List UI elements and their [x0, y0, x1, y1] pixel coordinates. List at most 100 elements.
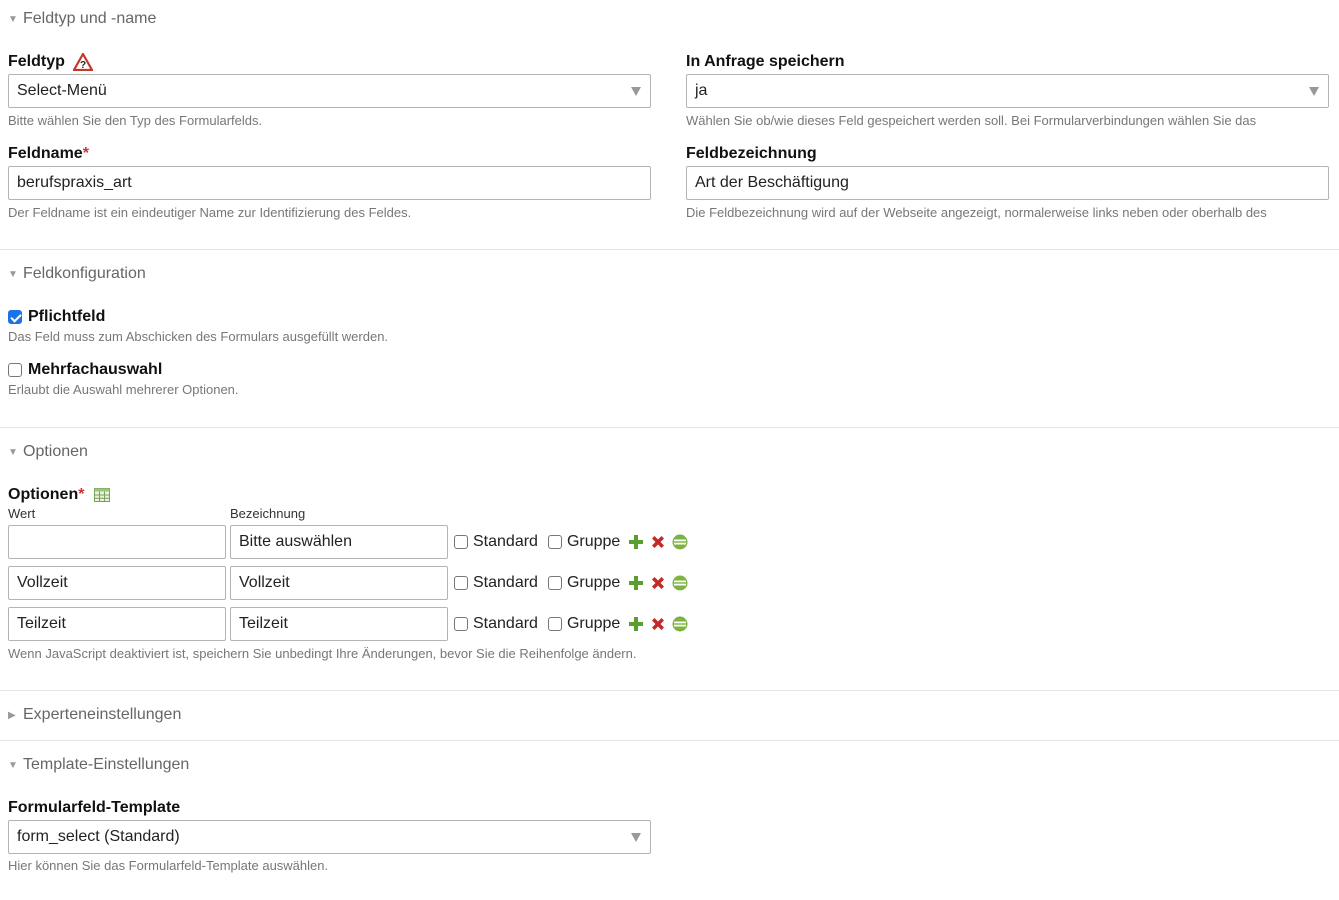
add-icon[interactable]: [628, 575, 644, 591]
pflichtfeld-row[interactable]: Pflichtfeld: [8, 308, 105, 326]
option-wert-value: Vollzeit: [17, 574, 68, 591]
option-standard-label: Standard: [473, 574, 538, 591]
feldbezeichnung-input[interactable]: Art der Beschäftigung: [686, 166, 1329, 200]
template-select-value: form_select (Standard): [17, 828, 180, 845]
feldbezeichnung-help: Die Feldbezeichnung wird auf der Webseit…: [686, 205, 1267, 220]
option-bezeichnung-value: Bitte auswählen: [239, 533, 352, 550]
required-marker: *: [78, 486, 85, 503]
column-header-bezeichnung: Bezeichnung: [230, 506, 306, 521]
add-icon[interactable]: [628, 616, 644, 632]
add-icon[interactable]: [628, 534, 644, 550]
option-wert-input[interactable]: Vollzeit: [8, 566, 226, 600]
option-standard-toggle[interactable]: Standard: [454, 574, 538, 592]
option-gruppe-label: Gruppe: [566, 574, 621, 591]
feldname-label-row: Feldname *: [8, 145, 89, 163]
triangle-down-icon: ▼: [8, 446, 18, 458]
feldtyp-help: Bitte wählen Sie den Typ des Formularfel…: [8, 113, 263, 128]
option-standard-checkbox[interactable]: [454, 535, 468, 549]
option-bezeichnung-value: Vollzeit: [239, 574, 290, 591]
option-row: Teilzeit Teilzeit Standard Gruppe: [8, 607, 694, 641]
feldname-input[interactable]: berufspraxis_art: [8, 166, 651, 200]
option-wert-input[interactable]: Teilzeit: [8, 607, 226, 641]
option-bezeichnung-input[interactable]: Vollzeit: [230, 566, 448, 600]
chevron-down-icon: [631, 87, 641, 96]
legend-label: Feldkonfiguration: [23, 265, 146, 282]
optionen-label-row: Optionen *: [8, 486, 111, 504]
pflichtfeld-checkbox[interactable]: [8, 310, 22, 324]
speichern-select[interactable]: ja: [686, 74, 1329, 108]
legend-feldkonfiguration[interactable]: ▼ Feldkonfiguration: [8, 265, 146, 283]
option-gruppe-checkbox[interactable]: [547, 617, 562, 631]
drag-handle-icon[interactable]: [672, 575, 688, 591]
mehrfachauswahl-help: Erlaubt die Auswahl mehrerer Optionen.: [8, 382, 239, 397]
svg-text:?: ?: [80, 60, 86, 71]
legend-label: Template-Einstellungen: [23, 756, 190, 773]
section-divider: [0, 740, 1339, 741]
options-help: Wenn JavaScript deaktiviert ist, speiche…: [8, 646, 637, 661]
option-standard-toggle[interactable]: Standard: [454, 533, 538, 551]
option-gruppe-checkbox[interactable]: [547, 576, 562, 590]
speichern-label: In Anfrage speichern: [686, 53, 845, 70]
option-row: Bitte auswählen Standard Gruppe: [8, 525, 694, 559]
option-gruppe-label: Gruppe: [566, 533, 621, 550]
feldname-input-value: berufspraxis_art: [17, 174, 132, 191]
option-standard-label: Standard: [473, 615, 538, 632]
mehrfachauswahl-checkbox[interactable]: [8, 363, 22, 377]
legend-label: Optionen: [23, 443, 88, 460]
option-standard-toggle[interactable]: Standard: [454, 615, 538, 633]
warning-icon: ?: [72, 53, 93, 71]
delete-icon[interactable]: [650, 575, 666, 591]
section-divider: [0, 427, 1339, 428]
feldtyp-label: Feldtyp: [8, 53, 65, 70]
option-wert-value: Teilzeit: [17, 615, 66, 632]
option-standard-checkbox[interactable]: [454, 617, 468, 631]
legend-label: Feldtyp und -name: [23, 10, 157, 27]
feldbezeichnung-input-value: Art der Beschäftigung: [695, 174, 849, 191]
template-select[interactable]: form_select (Standard): [8, 820, 651, 854]
delete-icon[interactable]: [650, 616, 666, 632]
legend-experteneinstellungen[interactable]: ▶ Experteneinstellungen: [8, 706, 181, 724]
feldtyp-select-value: Select-Menü: [17, 82, 107, 99]
legend-template-einstellungen[interactable]: ▼ Template-Einstellungen: [8, 756, 189, 774]
option-bezeichnung-input[interactable]: Bitte auswählen: [230, 525, 448, 559]
template-help: Hier können Sie das Formularfeld-Templat…: [8, 858, 329, 873]
option-bezeichnung-input[interactable]: Teilzeit: [230, 607, 448, 641]
triangle-down-icon: ▼: [8, 13, 18, 25]
drag-handle-icon[interactable]: [672, 534, 688, 550]
option-row: Vollzeit Vollzeit Standard Gruppe: [8, 566, 694, 600]
feldbezeichnung-label: Feldbezeichnung: [686, 145, 817, 162]
option-gruppe-toggle[interactable]: Gruppe: [547, 533, 621, 551]
triangle-right-icon: ▶: [8, 709, 16, 721]
section-divider: [0, 249, 1339, 250]
table-wizard-icon[interactable]: [94, 488, 111, 502]
option-standard-checkbox[interactable]: [454, 576, 468, 590]
pflichtfeld-label: Pflichtfeld: [28, 308, 106, 325]
option-gruppe-checkbox[interactable]: [547, 535, 562, 549]
chevron-down-icon: [1309, 87, 1319, 96]
feldname-help: Der Feldname ist ein eindeutiger Name zu…: [8, 205, 412, 220]
mehrfachauswahl-label: Mehrfachauswahl: [28, 361, 163, 378]
drag-handle-icon[interactable]: [672, 616, 688, 632]
feldtyp-select[interactable]: Select-Menü: [8, 74, 651, 108]
option-wert-input[interactable]: [8, 525, 226, 559]
section-divider: [0, 690, 1339, 691]
optionen-label: Optionen: [8, 486, 79, 503]
triangle-down-icon: ▼: [8, 268, 18, 280]
template-label: Formularfeld-Template: [8, 799, 181, 816]
option-bezeichnung-value: Teilzeit: [239, 615, 288, 632]
delete-icon[interactable]: [650, 534, 666, 550]
triangle-down-icon: ▼: [8, 759, 18, 771]
pflichtfeld-help: Das Feld muss zum Abschicken des Formula…: [8, 329, 389, 344]
mehrfachauswahl-row[interactable]: Mehrfachauswahl: [8, 361, 162, 379]
speichern-select-value: ja: [695, 82, 708, 99]
legend-feldtyp-und-name[interactable]: ▼ Feldtyp und -name: [8, 10, 156, 28]
column-header-wert: Wert: [8, 506, 36, 521]
legend-label: Experteneinstellungen: [23, 706, 182, 723]
option-gruppe-toggle[interactable]: Gruppe: [547, 574, 621, 592]
option-gruppe-toggle[interactable]: Gruppe: [547, 615, 621, 633]
required-marker: *: [82, 145, 89, 162]
legend-optionen[interactable]: ▼ Optionen: [8, 443, 88, 461]
option-standard-label: Standard: [473, 533, 538, 550]
feldtyp-label-row: Feldtyp ?: [8, 53, 93, 71]
option-gruppe-label: Gruppe: [566, 615, 621, 632]
